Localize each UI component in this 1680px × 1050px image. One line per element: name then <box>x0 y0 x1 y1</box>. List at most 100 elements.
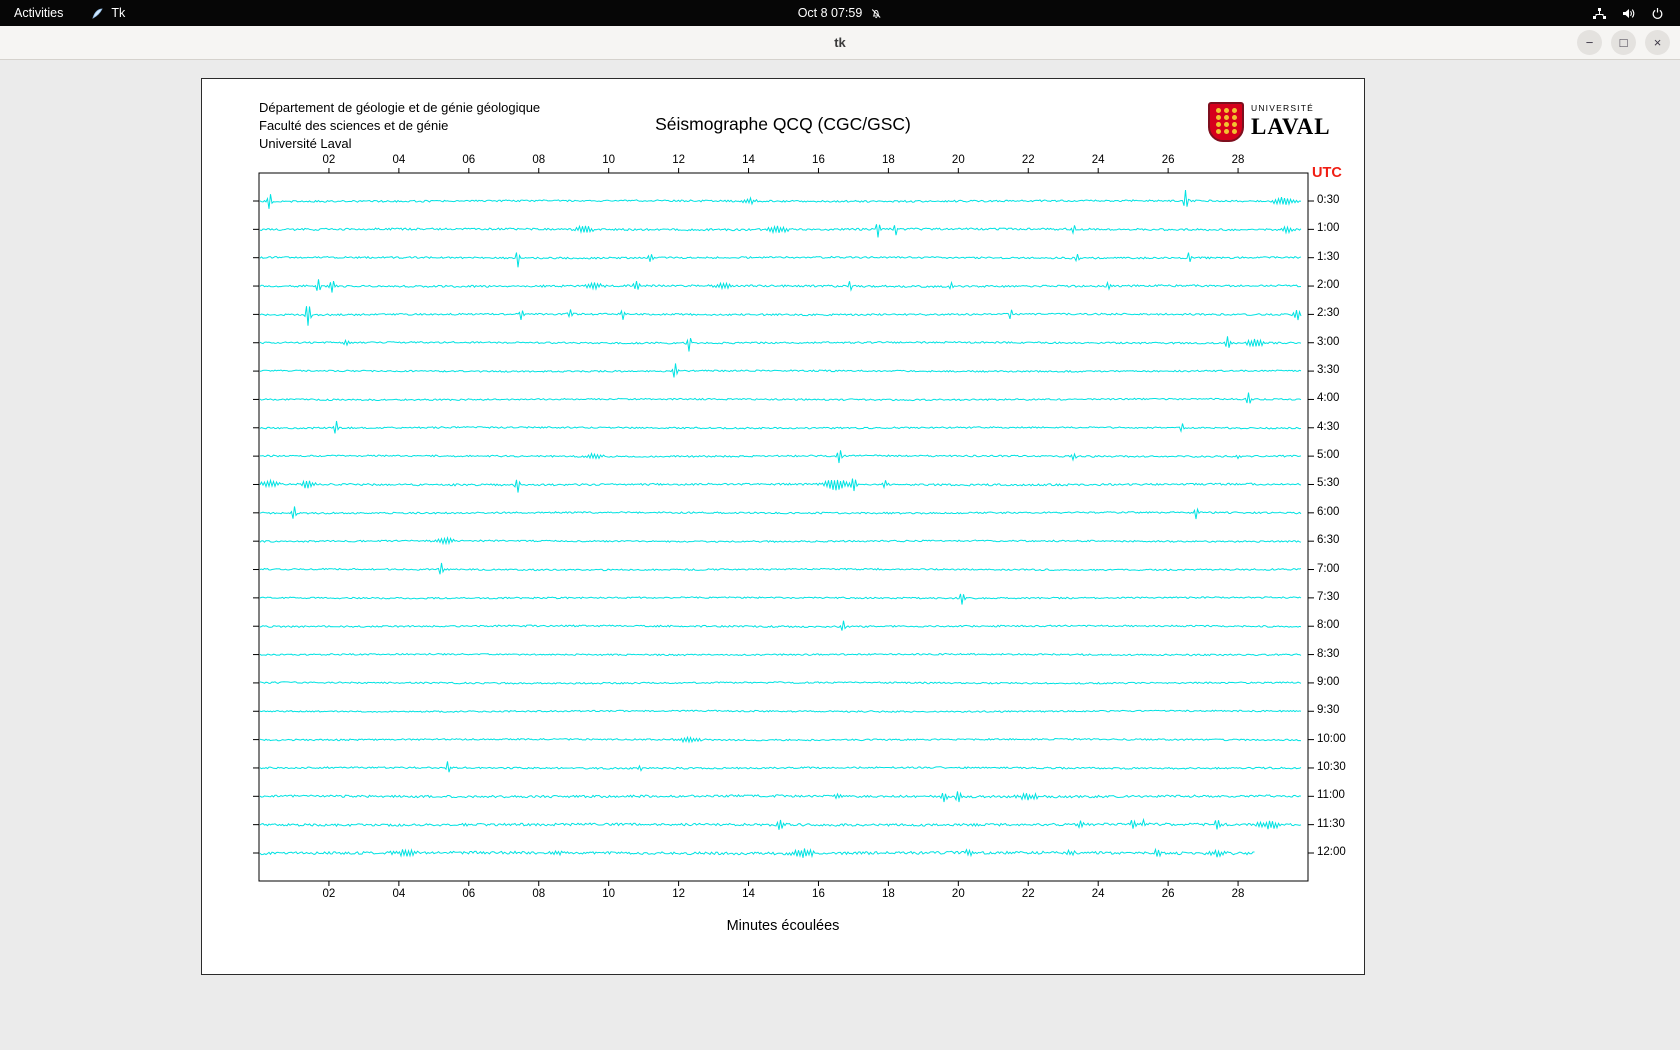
activities-button[interactable]: Activities <box>14 6 63 20</box>
desktop-background: Département de géologie et de génie géol… <box>0 60 1680 1050</box>
seismogram-trace-3:30 <box>259 363 1302 378</box>
seismogram-trace-7:00 <box>259 562 1302 575</box>
x-tick-bottom-24: 24 <box>1091 888 1105 900</box>
seismogram-trace-5:00 <box>260 450 1302 464</box>
seismogram-trace-7:30 <box>259 593 1302 605</box>
seismogram-trace-6:30 <box>259 536 1302 546</box>
x-tick-bottom-22: 22 <box>1021 888 1035 900</box>
row-label-7:30: 7:30 <box>1317 590 1340 603</box>
seismogram-trace-6:00 <box>259 506 1302 520</box>
x-tick-top-02: 02 <box>322 154 336 166</box>
row-label-1:30: 1:30 <box>1317 250 1340 263</box>
seismogram-trace-5:30 <box>259 478 1302 493</box>
row-label-9:30: 9:30 <box>1317 704 1340 717</box>
bell-slash-icon <box>869 7 882 20</box>
seismogram-trace-11:00 <box>259 791 1302 803</box>
row-label-7:00: 7:00 <box>1317 562 1340 575</box>
seismogram-trace-0:30 <box>259 190 1302 209</box>
window-title: tk <box>834 35 846 50</box>
seismogram-trace-11:30 <box>259 817 1302 830</box>
seismogram-trace-12:00 <box>259 847 1255 859</box>
row-label-8:00: 8:00 <box>1317 619 1340 632</box>
row-label-2:00: 2:00 <box>1317 279 1340 292</box>
system-status-area[interactable] <box>1592 7 1680 20</box>
row-label-5:00: 5:00 <box>1317 449 1340 462</box>
power-icon <box>1651 7 1664 20</box>
x-axis-label: Minutes écoulées <box>726 918 840 934</box>
x-tick-top-24: 24 <box>1091 154 1105 166</box>
x-tick-bottom-28: 28 <box>1231 888 1245 900</box>
row-label-6:30: 6:30 <box>1317 534 1340 547</box>
row-label-9:00: 9:00 <box>1317 675 1340 688</box>
logo-top-text: UNIVERSITÉ <box>1251 103 1315 113</box>
x-tick-top-20: 20 <box>951 154 965 166</box>
institution-line-1: Département de géologie et de génie géol… <box>259 100 541 115</box>
seismogram-trace-8:30 <box>259 652 1302 657</box>
x-tick-bottom-18: 18 <box>881 888 895 900</box>
x-tick-bottom-26: 26 <box>1161 888 1175 900</box>
x-tick-top-16: 16 <box>812 154 825 166</box>
x-tick-bottom-02: 02 <box>322 888 336 900</box>
row-label-6:00: 6:00 <box>1317 505 1340 518</box>
seismogram-trace-1:30 <box>259 252 1302 268</box>
seismogram-trace-9:30 <box>259 709 1302 713</box>
clock-label: Oct 8 07:59 <box>797 6 863 20</box>
focused-app-indicator[interactable]: Tk <box>91 6 125 20</box>
row-label-1:00: 1:00 <box>1317 222 1340 235</box>
plot-border <box>258 172 1309 882</box>
seismogram-trace-1:00 <box>259 224 1302 238</box>
x-tick-bottom-06: 06 <box>462 888 476 900</box>
x-tick-bottom-04: 04 <box>392 888 406 900</box>
maximize-button[interactable]: □ <box>1611 30 1636 55</box>
row-label-11:00: 11:00 <box>1317 789 1345 802</box>
row-label-0:30: 0:30 <box>1317 194 1340 206</box>
x-tick-bottom-16: 16 <box>812 888 825 900</box>
x-tick-top-06: 06 <box>462 154 476 166</box>
seismogram-trace-4:00 <box>259 392 1302 404</box>
x-tick-top-26: 26 <box>1161 154 1175 166</box>
row-label-12:00: 12:00 <box>1317 846 1346 858</box>
row-label-3:30: 3:30 <box>1317 364 1340 377</box>
x-tick-top-28: 28 <box>1231 154 1245 166</box>
x-tick-top-10: 10 <box>602 154 616 166</box>
x-tick-bottom-20: 20 <box>951 888 965 900</box>
seismogram-trace-3:00 <box>259 336 1302 352</box>
x-tick-bottom-12: 12 <box>672 888 685 900</box>
clock-menu[interactable]: Oct 8 07:59 <box>798 6 883 20</box>
row-label-3:00: 3:00 <box>1317 335 1340 348</box>
minimize-button[interactable]: − <box>1577 30 1602 55</box>
plot-title: Séismographe QCQ (CGC/GSC) <box>655 114 911 134</box>
window-titlebar[interactable]: tk − □ × <box>0 26 1680 60</box>
x-tick-top-18: 18 <box>881 154 895 166</box>
close-button[interactable]: × <box>1645 30 1670 55</box>
seismogram-trace-10:00 <box>259 735 1302 744</box>
row-label-4:30: 4:30 <box>1317 420 1340 433</box>
x-tick-bottom-08: 08 <box>532 888 546 900</box>
tk-app-icon <box>91 7 104 20</box>
logo-bottom-text: LAVAL <box>1251 113 1331 139</box>
row-label-8:30: 8:30 <box>1317 647 1340 660</box>
volume-icon <box>1622 7 1636 20</box>
seismograph-canvas: Département de géologie et de génie géol… <box>201 78 1365 975</box>
institution-line-3: Université Laval <box>259 136 352 151</box>
x-tick-bottom-14: 14 <box>742 888 755 900</box>
laval-shield-icon <box>1208 102 1244 142</box>
seismogram-trace-2:30 <box>259 306 1302 326</box>
universite-laval-logo: UNIVERSITÉ LAVAL <box>1208 102 1331 142</box>
gnome-top-bar: Activities Tk Oct 8 07:59 <box>0 0 1680 26</box>
focused-app-name: Tk <box>111 6 126 20</box>
x-tick-top-14: 14 <box>742 154 755 166</box>
x-tick-top-04: 04 <box>392 154 406 166</box>
seismogram-trace-2:00 <box>259 279 1302 293</box>
row-label-4:00: 4:00 <box>1317 392 1340 405</box>
seismogram-trace-8:00 <box>259 620 1302 631</box>
row-label-10:30: 10:30 <box>1317 760 1346 773</box>
window-controls: − □ × <box>1577 30 1670 55</box>
x-tick-top-22: 22 <box>1021 154 1035 166</box>
row-label-11:30: 11:30 <box>1317 817 1345 830</box>
seismogram-trace-9:00 <box>259 681 1302 685</box>
row-label-5:30: 5:30 <box>1317 477 1340 490</box>
seismogram-plot <box>253 168 1314 886</box>
utc-label: UTC <box>1312 165 1342 181</box>
x-tick-top-12: 12 <box>672 154 685 166</box>
